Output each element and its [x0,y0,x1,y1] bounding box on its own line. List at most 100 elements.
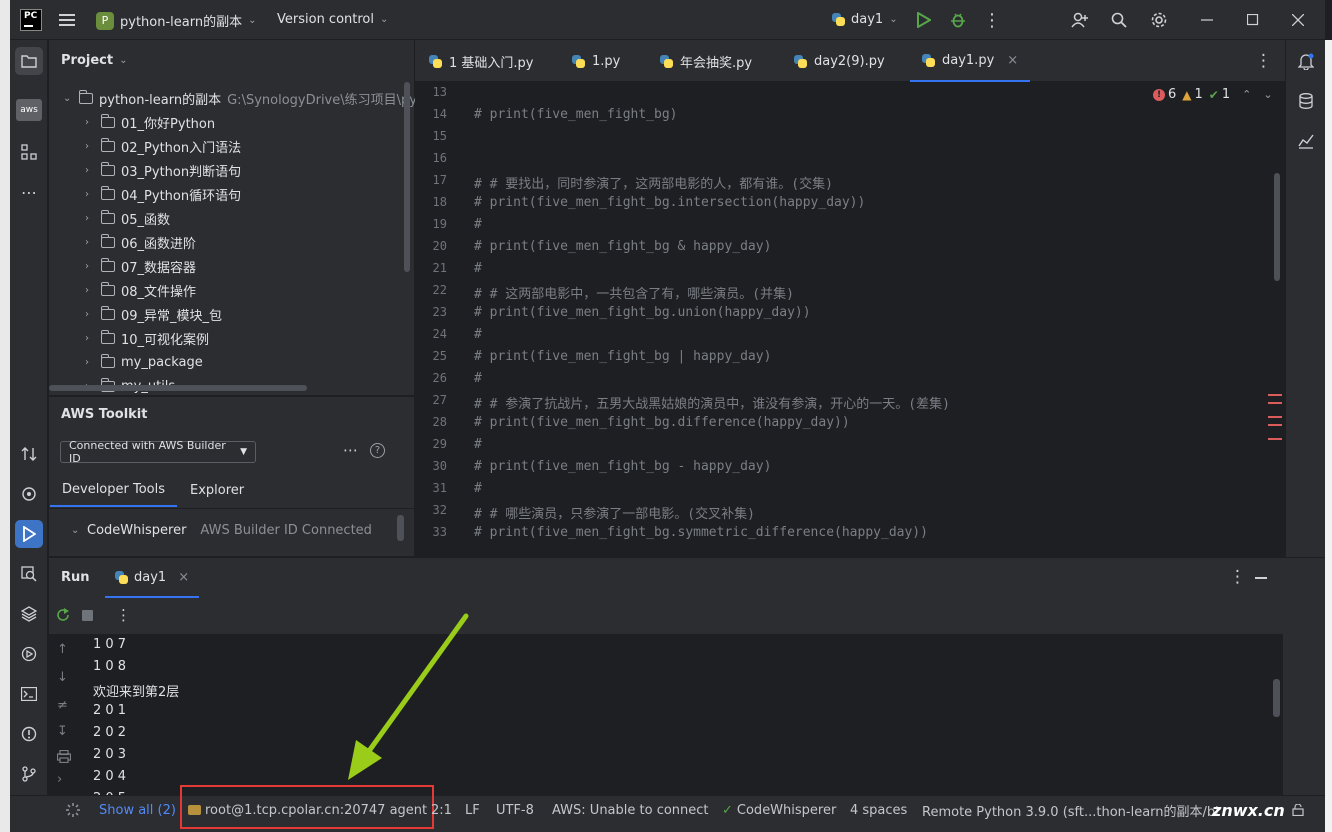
tab-file-4[interactable]: day2(9).py [794,40,885,82]
project-view-selector[interactable]: Project ⌄ [61,53,127,68]
aws-vscroll[interactable] [397,515,404,541]
aws-connection-status[interactable]: AWS: Unable to connect [552,796,709,824]
close-window-icon[interactable] [1284,6,1312,34]
indent-settings[interactable]: 4 spaces [850,796,907,824]
structure-icon[interactable] [15,138,43,166]
tree-item[interactable]: › 06_函数进阶 [85,230,196,254]
aws-toolkit-icon[interactable]: aws [15,96,43,124]
ssh-agent-status[interactable]: root@1.tcp.cpolar.cn:20747 agent [188,796,427,824]
tree-item[interactable]: › 09_异常_模块_包 [85,302,222,326]
chevron-right-icon: › [85,188,89,200]
caret-position[interactable]: 2:1 [431,796,452,824]
debug-icon[interactable] [944,6,972,34]
scroll-to-end-icon[interactable]: ↧ [57,724,68,739]
show-all-tasks-link[interactable]: Show all (2) [99,796,176,824]
sciview-icon[interactable] [1292,127,1320,155]
more-options-icon[interactable]: ⋯ [343,441,358,459]
rerun-icon[interactable] [55,607,71,627]
scroll-up-icon[interactable]: ↑ [57,642,68,657]
error-stripe-mark[interactable] [1268,402,1282,404]
scroll-down-icon[interactable]: ↓ [57,670,68,685]
hide-panel-icon[interactable] [1255,577,1267,579]
project-tool-icon[interactable] [15,47,43,75]
soft-wrap-icon[interactable]: ≠ [57,698,68,713]
git-icon[interactable] [15,760,43,788]
notifications-bell-icon[interactable] [1292,47,1320,75]
services-icon[interactable] [15,640,43,668]
read-only-lock-icon[interactable] [1292,796,1304,824]
stop-icon[interactable] [82,610,93,621]
run-options-icon[interactable]: ⋮ [1229,567,1246,587]
prev-highlight-icon[interactable]: ⌃ [1242,88,1251,101]
tree-hscroll[interactable] [49,385,307,391]
print-icon[interactable] [56,749,72,767]
vcs-commit-icon[interactable] [15,440,43,468]
expand-icon[interactable]: › [57,772,62,787]
close-tab-icon[interactable]: × [178,570,189,585]
chevron-right-icon: › [85,260,89,272]
tab-file-1[interactable]: 1 基础入门.py [429,40,533,82]
chevron-right-icon: › [85,236,89,248]
python-file-icon [429,54,442,68]
search-icon[interactable] [1105,6,1133,34]
error-stripe-mark[interactable] [1268,438,1282,440]
find-usages-icon[interactable] [15,560,43,588]
toolbar-more-icon[interactable]: ⋮ [116,606,131,624]
run-tool-icon[interactable] [15,520,43,548]
more-actions-icon[interactable]: ⋮ [978,6,1006,34]
error-stripe-mark[interactable] [1268,424,1282,426]
codewhisperer-node[interactable]: ⌄ CodeWhisperer AWS Builder ID Connected [71,518,372,542]
project-switcher[interactable]: P python-learn的副本 ⌄ [96,11,257,30]
settings-gear-icon[interactable] [1145,6,1173,34]
add-user-icon[interactable] [1066,6,1094,34]
run-icon[interactable] [910,6,938,34]
help-icon[interactable]: ? [370,443,385,458]
tree-item[interactable]: › 03_Python判断语句 [85,158,241,182]
run-output[interactable]: ↑ ↓ ≠ ↧ › 1 0 7 1 0 8 欢迎来到第2层 2 0 1 2 0 2 2 0… [49,634,1283,806]
run-config-selector[interactable]: day1 ⌄ [832,12,898,27]
tree-item[interactable]: › 07_数据容器 [85,254,196,278]
chevron-right-icon: › [85,332,89,344]
tab-developer-tools[interactable]: Developer Tools [50,473,178,507]
tree-item[interactable]: › 04_Python循环语句 [85,182,241,206]
code-editor[interactable]: 13 14 # print(five_men_fight_bg) 15 16 17 # # … [415,83,1285,557]
file-encoding[interactable]: UTF-8 [496,796,534,824]
python-interpreter[interactable]: Remote Python 3.9.0 (sft...thon-learn的副本… [922,796,1219,824]
layers-icon[interactable] [15,600,43,628]
vcs-menu[interactable]: Version control ⌄ [277,12,388,27]
tree-item[interactable]: › 01_你好Python [85,110,215,134]
tree-item[interactable]: › 05_函数 [85,206,170,230]
tree-item[interactable]: › 10_可视化案例 [85,326,209,350]
line-separator[interactable]: LF [465,796,480,824]
tab-file-3[interactable]: 年会抽奖.py [660,40,752,82]
main-menu-icon[interactable] [53,6,81,34]
inspection-widget[interactable]: ! 6 ▲ 1 ✔ 1 ⌃ ⌄ [1153,87,1273,102]
tab-explorer[interactable]: Explorer [178,473,256,507]
output-vscroll[interactable] [1273,679,1280,717]
maximize-icon[interactable] [1239,6,1267,34]
tree-item[interactable]: › my_package [85,350,203,374]
python-packages-icon[interactable] [15,480,43,508]
database-icon[interactable] [1292,87,1320,115]
error-stripe-mark[interactable] [1268,416,1282,418]
tab-file-2[interactable]: 1.py [572,40,620,82]
problems-icon[interactable] [15,720,43,748]
tree-root[interactable]: ⌄ python-learn的副本 G:\SynologyDrive\练习项目\… [63,86,417,110]
editor-vscroll[interactable] [1274,173,1280,281]
line-number: 30 [432,459,447,473]
more-tools-icon[interactable]: ⋯ [15,178,43,206]
tab-file-active[interactable]: day1.py × [910,40,1031,82]
next-highlight-icon[interactable]: ⌄ [1263,88,1272,101]
close-tab-icon[interactable]: × [1007,53,1018,68]
codewhisperer-status-widget[interactable]: ✓ CodeWhisperer [722,796,836,824]
run-tab-day1[interactable]: day1 × [105,558,200,598]
chevron-right-icon: › [85,212,89,224]
terminal-icon[interactable] [15,680,43,708]
minimize-icon[interactable] [1193,6,1221,34]
tree-item[interactable]: › 02_Python入门语法 [85,134,241,158]
tab-actions-icon[interactable]: ⋮ [1255,51,1272,71]
tree-vscroll[interactable] [404,82,410,272]
error-stripe-mark[interactable] [1268,394,1282,396]
tree-item[interactable]: › 08_文件操作 [85,278,196,302]
aws-connection-select[interactable]: Connected with AWS Builder ID ▼ [60,439,256,465]
